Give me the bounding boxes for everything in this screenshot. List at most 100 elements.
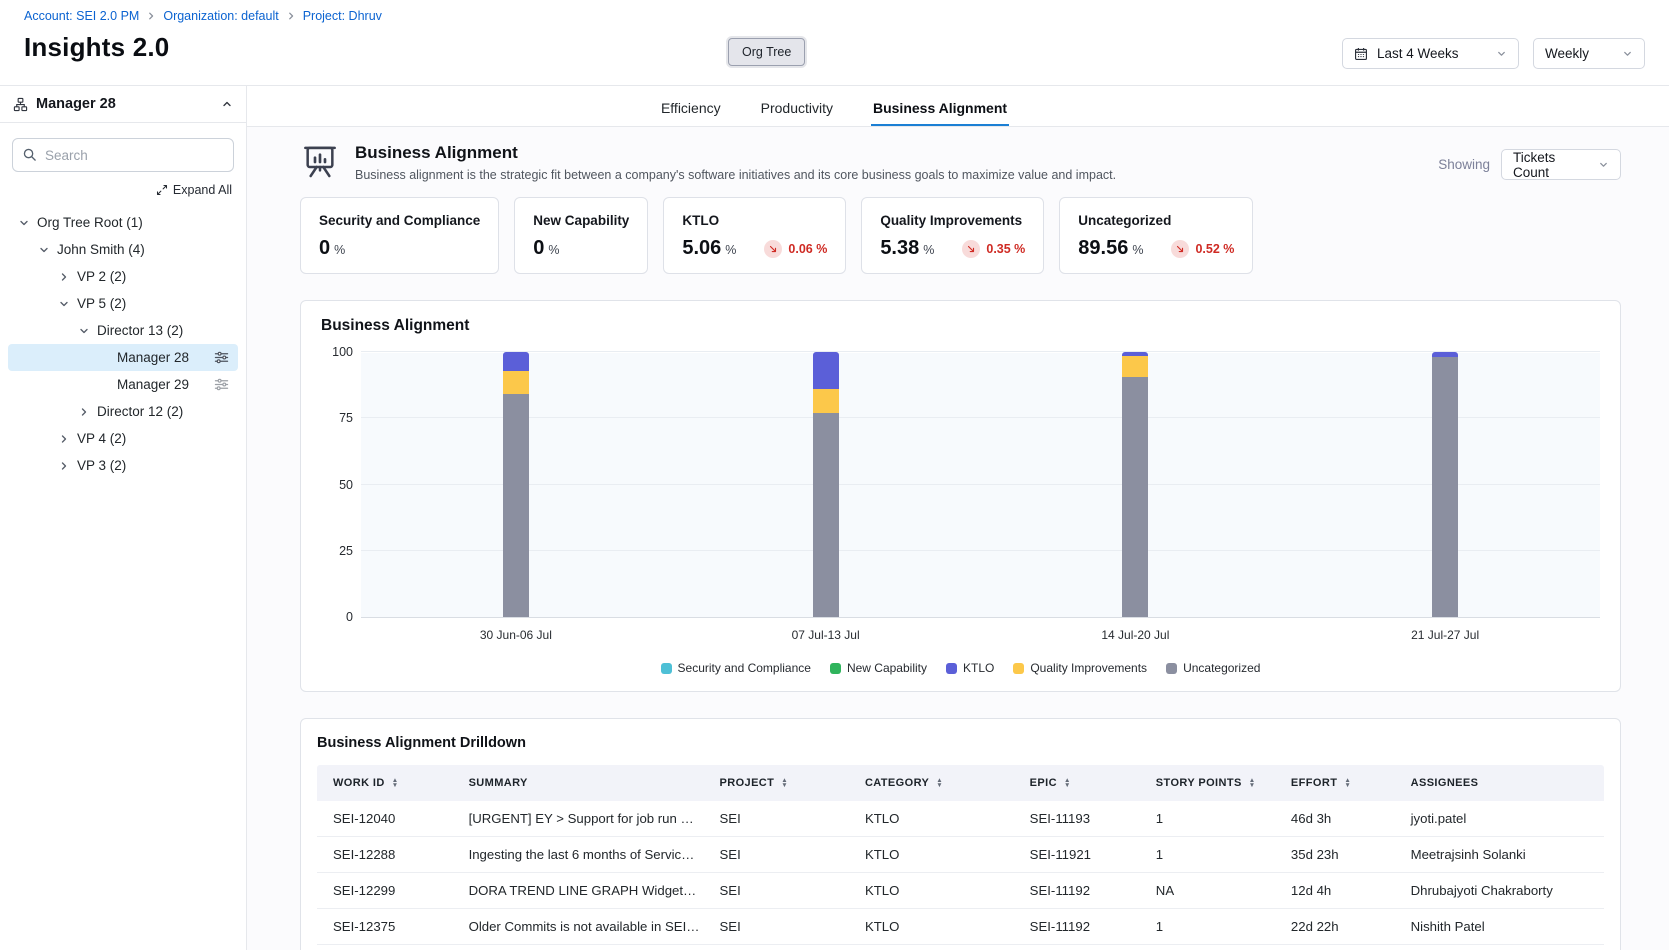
stacked-bar-07-jul-13-jul[interactable] — [813, 352, 839, 617]
stat-unit: % — [334, 243, 345, 257]
chevron-right-icon[interactable] — [56, 431, 72, 447]
tree-item-manager-28[interactable]: Manager 28 — [8, 344, 238, 371]
sort-icon[interactable]: ▲▼ — [1344, 778, 1351, 788]
sort-icon[interactable]: ▲▼ — [781, 778, 788, 788]
date-range-select[interactable]: Last 4 Weeks — [1342, 38, 1519, 69]
bar-segment-ktlo[interactable] — [813, 352, 839, 389]
breadcrumb-item-account-sei-2-0-pm[interactable]: Account: SEI 2.0 PM — [24, 9, 139, 23]
bar-segment-uncategorized[interactable] — [813, 413, 839, 617]
filter-sliders-icon[interactable] — [214, 350, 229, 365]
stacked-bar-30-jun-06-jul[interactable] — [503, 352, 529, 617]
legend-swatch — [946, 663, 957, 674]
expand-all-button[interactable]: Expand All — [0, 174, 246, 205]
sort-icon[interactable]: ▲▼ — [1064, 778, 1071, 788]
column-header-work-id[interactable]: WORK ID▲▼ — [317, 765, 459, 801]
table-cell: SEI — [710, 801, 855, 837]
stat-card-title: New Capability — [533, 213, 629, 228]
chevron-down-icon[interactable] — [56, 296, 72, 312]
stacked-bar-14-jul-20-jul[interactable] — [1122, 352, 1148, 617]
bar-segment-quality-improvements[interactable] — [1122, 356, 1148, 377]
chevron-down-icon[interactable] — [36, 242, 52, 258]
column-header-effort[interactable]: EFFORT▲▼ — [1281, 765, 1401, 801]
tree-item-john-smith-4[interactable]: John Smith (4) — [8, 236, 238, 263]
sort-icon[interactable]: ▲▼ — [936, 778, 943, 788]
search-box — [12, 138, 234, 172]
column-header-category[interactable]: CATEGORY▲▼ — [855, 765, 1020, 801]
tab-productivity[interactable]: Productivity — [759, 90, 835, 126]
table-row-sei-12305[interactable]: SEI-12305EY > Verify if ingestion is wor… — [317, 945, 1604, 951]
table-cell: KTLO — [855, 837, 1020, 873]
chart-card: Business Alignment 0255075100 30 Jun-06 … — [300, 300, 1621, 692]
column-header-story-points[interactable]: STORY POINTS▲▼ — [1146, 765, 1281, 801]
legend-label: KTLO — [963, 661, 994, 675]
tree-item-vp-5-2[interactable]: VP 5 (2) — [8, 290, 238, 317]
table-cell: SEI-11921 — [1020, 837, 1146, 873]
column-header-epic[interactable]: EPIC▲▼ — [1020, 765, 1146, 801]
table-cell: 1 — [1146, 909, 1281, 945]
stat-card-title: Uncategorized — [1078, 213, 1234, 228]
bar-segment-uncategorized[interactable] — [1122, 377, 1148, 617]
table-row-sei-12375[interactable]: SEI-12375Older Commits is not available … — [317, 909, 1604, 945]
table-cell: Meetrajsinh Solanki — [1401, 837, 1604, 873]
column-header-project[interactable]: PROJECT▲▼ — [710, 765, 855, 801]
search-icon — [22, 147, 37, 162]
column-header-inner: PROJECT▲▼ — [720, 777, 845, 789]
table-row-sei-12288[interactable]: SEI-12288Ingesting the last 6 months of … — [317, 837, 1604, 873]
tab-business-alignment[interactable]: Business Alignment — [871, 90, 1009, 126]
filter-sliders-icon[interactable] — [214, 377, 229, 392]
legend-item-security-and-compliance[interactable]: Security and Compliance — [661, 661, 811, 675]
trend-badge: 0.06 % — [764, 240, 827, 258]
chevron-right-icon[interactable] — [76, 404, 92, 420]
org-chart-icon — [13, 97, 28, 112]
legend-item-ktlo[interactable]: KTLO — [946, 661, 994, 675]
table-cell: 1 — [1146, 945, 1281, 951]
stat-unit: % — [923, 243, 934, 257]
bar-segment-uncategorized[interactable] — [1432, 357, 1458, 617]
collapse-panel-icon[interactable] — [221, 98, 233, 110]
table-row-sei-12040[interactable]: SEI-12040[URGENT] EY > Support for job r… — [317, 801, 1604, 837]
interval-select[interactable]: Weekly — [1533, 38, 1645, 69]
tree-item-director-12-2[interactable]: Director 12 (2) — [8, 398, 238, 425]
chevron-right-icon[interactable] — [56, 269, 72, 285]
trend-down-icon — [764, 240, 782, 258]
org-tree-button[interactable]: Org Tree — [728, 38, 805, 66]
legend-label: Quality Improvements — [1030, 661, 1147, 675]
legend-item-uncategorized[interactable]: Uncategorized — [1166, 661, 1260, 675]
bar-segment-ktlo[interactable] — [503, 352, 529, 371]
sort-icon[interactable]: ▲▼ — [392, 778, 399, 788]
chart-gridline — [361, 351, 1600, 352]
tree-item-vp-3-2[interactable]: VP 3 (2) — [8, 452, 238, 479]
bar-segment-quality-improvements[interactable] — [503, 371, 529, 395]
tree-item-vp-4-2[interactable]: VP 4 (2) — [8, 425, 238, 452]
tab-efficiency[interactable]: Efficiency — [659, 90, 723, 126]
tree-item-vp-2-2[interactable]: VP 2 (2) — [8, 263, 238, 290]
bar-segment-uncategorized[interactable] — [503, 394, 529, 617]
breadcrumb-item-organization-default[interactable]: Organization: default — [163, 9, 278, 23]
table-cell: 1 — [1146, 801, 1281, 837]
legend-item-quality-improvements[interactable]: Quality Improvements — [1013, 661, 1147, 675]
tree-item-org-tree-root-1[interactable]: Org Tree Root (1) — [8, 209, 238, 236]
tree-item-director-13-2[interactable]: Director 13 (2) — [8, 317, 238, 344]
breadcrumb-item-project-dhruv[interactable]: Project: Dhruv — [303, 9, 382, 23]
legend-item-new-capability[interactable]: New Capability — [830, 661, 927, 675]
tree-item-label: Manager 29 — [117, 377, 189, 392]
column-header-inner: ASSIGNEES — [1411, 777, 1594, 789]
bar-segment-quality-improvements[interactable] — [813, 389, 839, 413]
x-axis-tick-label: 14 Jul-20 Jul — [1101, 628, 1169, 642]
table-row-sei-12299[interactable]: SEI-12299DORA TREND LINE GRAPH Widgets i… — [317, 873, 1604, 909]
chevron-down-icon[interactable] — [16, 215, 32, 231]
search-input[interactable] — [12, 138, 234, 172]
showing-select[interactable]: Tickets Count — [1501, 149, 1621, 180]
column-header-summary[interactable]: SUMMARY — [459, 765, 710, 801]
column-header-assignees[interactable]: ASSIGNEES — [1401, 765, 1604, 801]
table-cell: KTLO — [855, 873, 1020, 909]
sort-icon[interactable]: ▲▼ — [1249, 778, 1256, 788]
chevron-right-icon[interactable] — [56, 458, 72, 474]
insights-page: Account: SEI 2.0 PM Organization: default… — [0, 0, 1669, 951]
tree-item-manager-29[interactable]: Manager 29 — [8, 371, 238, 398]
stacked-bar-21-jul-27-jul[interactable] — [1432, 352, 1458, 617]
table-cell: Ingesting the last 6 months of ServiceN.… — [459, 837, 710, 873]
chart-legend: Security and Compliance New Capability KTL… — [321, 661, 1600, 677]
chevron-down-icon[interactable] — [76, 323, 92, 339]
y-axis-tick-label: 25 — [321, 544, 353, 558]
